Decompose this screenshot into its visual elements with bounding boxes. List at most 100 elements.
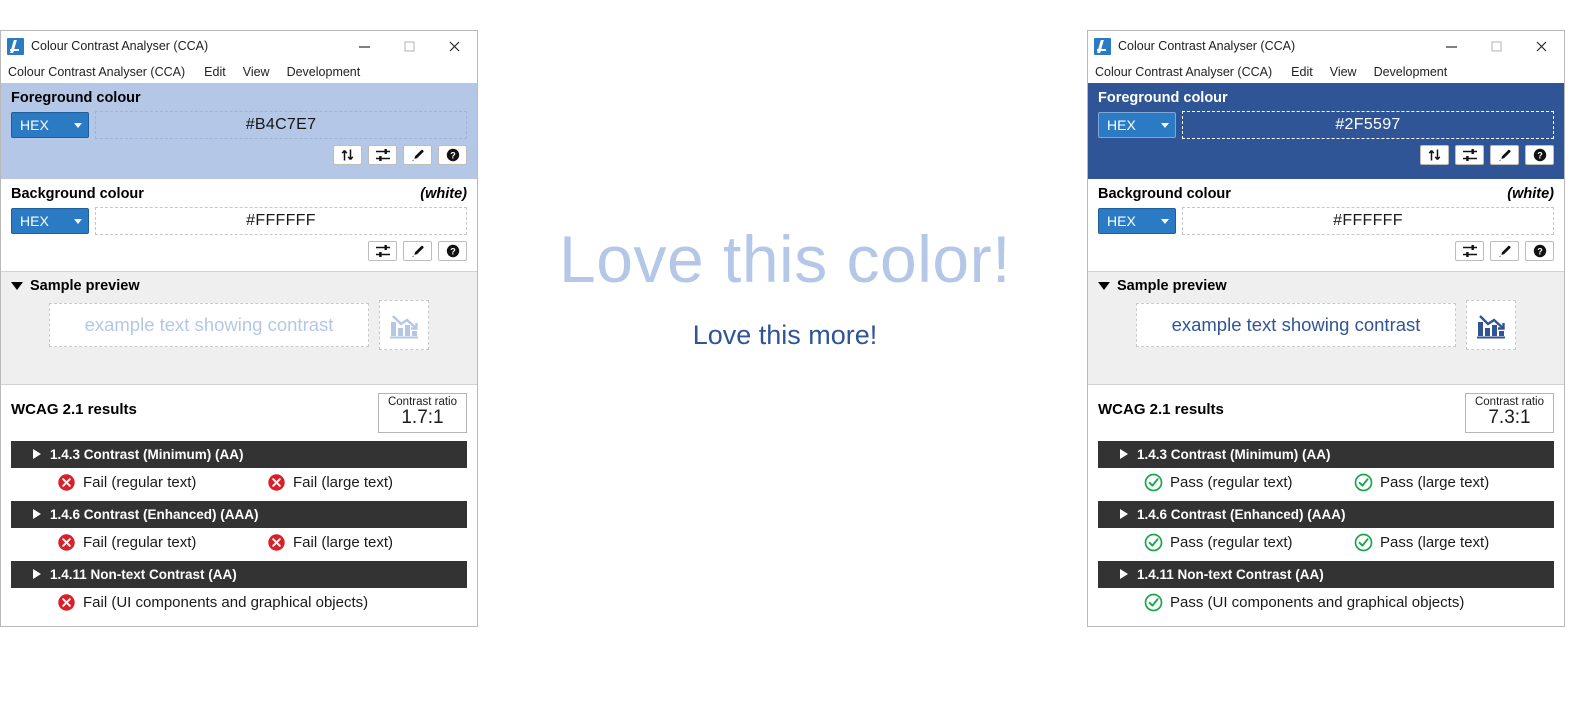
result-regular-text: Fail (regular text) bbox=[11, 473, 221, 492]
swap-colours-icon[interactable] bbox=[333, 145, 362, 165]
close-icon[interactable] bbox=[432, 31, 477, 61]
menu-item-development[interactable]: Development bbox=[1374, 65, 1457, 79]
foreground-label: Foreground colour bbox=[11, 90, 141, 106]
background-input-row: HEX #FFFFFF bbox=[11, 207, 467, 235]
sample-preview-row: example text showing contrast bbox=[1098, 300, 1554, 350]
help-icon[interactable]: ? bbox=[1525, 241, 1554, 261]
minimize-icon[interactable] bbox=[1429, 31, 1474, 61]
wcag-title: WCAG 2.1 results bbox=[11, 401, 137, 418]
cca-logo-icon bbox=[7, 37, 24, 55]
background-format-select[interactable]: HEX bbox=[11, 208, 89, 234]
background-hex-input[interactable]: #FFFFFF bbox=[1182, 207, 1554, 235]
triangle-down-icon bbox=[1098, 282, 1110, 290]
result-row: Fail (regular text) Fail (large text) bbox=[11, 528, 467, 556]
help-icon[interactable]: ? bbox=[438, 241, 467, 261]
result-label: Fail (large text) bbox=[293, 473, 394, 491]
window-title: Colour Contrast Analyser (CCA) bbox=[1118, 39, 1296, 53]
result-row: Pass (regular text) Pass (large text) bbox=[1098, 468, 1554, 496]
criterion-label: 1.4.3 Contrast (Minimum) (AA) bbox=[50, 446, 244, 462]
result-row: Pass (regular text) Pass (large text) bbox=[1098, 528, 1554, 556]
sample-text: example text showing contrast bbox=[1136, 303, 1456, 347]
foreground-hex-input[interactable]: #B4C7E7 bbox=[95, 111, 467, 139]
menu-item-edit[interactable]: Edit bbox=[204, 65, 235, 79]
menubar: Colour Contrast Analyser (CCA) Edit View… bbox=[1088, 61, 1564, 83]
sample-preview-toggle[interactable]: Sample preview bbox=[1098, 278, 1554, 294]
bar-chart-down-trend-icon bbox=[1466, 300, 1516, 350]
pass-icon bbox=[1144, 473, 1163, 492]
background-format-select[interactable]: HEX bbox=[1098, 208, 1176, 234]
svg-text:?: ? bbox=[1537, 246, 1543, 256]
maximize-icon[interactable] bbox=[387, 31, 432, 61]
sample-preview-section: Sample preview example text showing cont… bbox=[1, 271, 477, 385]
sample-preview-toggle[interactable]: Sample preview bbox=[11, 278, 467, 294]
cca-window-left: Colour Contrast Analyser (CCA) Colour Co… bbox=[0, 30, 478, 627]
eyedropper-icon[interactable] bbox=[1490, 241, 1519, 261]
triangle-right-icon bbox=[1120, 509, 1128, 520]
foreground-header: Foreground colour bbox=[11, 90, 467, 106]
criterion-146[interactable]: 1.4.6 Contrast (Enhanced) (AAA) bbox=[1098, 500, 1554, 528]
result-row: Fail (regular text) Fail (large text) bbox=[11, 468, 467, 496]
foreground-format-label: HEX bbox=[20, 117, 49, 133]
eyedropper-icon[interactable] bbox=[1490, 145, 1519, 165]
window-title: Colour Contrast Analyser (CCA) bbox=[31, 39, 209, 53]
chevron-down-icon bbox=[1161, 218, 1169, 224]
chevron-down-icon bbox=[74, 122, 82, 128]
foreground-colour-panel: Foreground colour HEX #B4C7E7 ? bbox=[1, 83, 477, 179]
sliders-icon[interactable] bbox=[1455, 145, 1484, 165]
sample-preview-row: example text showing contrast bbox=[11, 300, 467, 350]
result-regular-text: Pass (regular text) bbox=[1098, 473, 1308, 492]
sample-preview-section: Sample preview example text showing cont… bbox=[1088, 271, 1564, 385]
fail-icon bbox=[57, 473, 76, 492]
foreground-label: Foreground colour bbox=[1098, 90, 1228, 106]
menu-item-edit[interactable]: Edit bbox=[1291, 65, 1322, 79]
result-non-text: Pass (UI components and graphical object… bbox=[1098, 593, 1464, 612]
menu-item-view[interactable]: View bbox=[1330, 65, 1366, 79]
minimize-icon[interactable] bbox=[342, 31, 387, 61]
cca-logo-icon bbox=[1094, 37, 1111, 55]
help-icon[interactable]: ? bbox=[1525, 145, 1554, 165]
background-header: Background colour (white) bbox=[11, 186, 467, 202]
menu-item-development[interactable]: Development bbox=[287, 65, 370, 79]
eyedropper-icon[interactable] bbox=[403, 241, 432, 261]
menu-item-app[interactable]: Colour Contrast Analyser (CCA) bbox=[8, 65, 194, 79]
menu-item-app[interactable]: Colour Contrast Analyser (CCA) bbox=[1095, 65, 1281, 79]
pass-icon bbox=[1144, 593, 1163, 612]
foreground-tools: ? bbox=[11, 145, 467, 165]
result-large-text: Pass (large text) bbox=[1308, 533, 1518, 552]
sliders-icon[interactable] bbox=[1455, 241, 1484, 261]
result-label: Fail (regular text) bbox=[83, 533, 197, 551]
criterion-143[interactable]: 1.4.3 Contrast (Minimum) (AA) bbox=[1098, 440, 1554, 468]
criterion-146[interactable]: 1.4.6 Contrast (Enhanced) (AAA) bbox=[11, 500, 467, 528]
background-tools: ? bbox=[11, 241, 467, 261]
wcag-results-section: WCAG 2.1 results Contrast ratio 1.7:1 1.… bbox=[1, 385, 477, 626]
help-icon[interactable]: ? bbox=[438, 145, 467, 165]
foreground-hex-input[interactable]: #2F5597 bbox=[1182, 111, 1554, 139]
contrast-ratio-box: Contrast ratio 7.3:1 bbox=[1464, 393, 1554, 433]
criterion-143[interactable]: 1.4.3 Contrast (Minimum) (AA) bbox=[11, 440, 467, 468]
sliders-icon[interactable] bbox=[368, 145, 397, 165]
contrast-ratio-value: 1.7:1 bbox=[401, 407, 444, 429]
foreground-format-label: HEX bbox=[1107, 117, 1136, 133]
background-tools: ? bbox=[1098, 241, 1554, 261]
foreground-format-select[interactable]: HEX bbox=[1098, 112, 1176, 138]
background-format-label: HEX bbox=[20, 213, 49, 229]
criterion-1411[interactable]: 1.4.11 Non-text Contrast (AA) bbox=[1098, 560, 1554, 588]
fail-icon bbox=[267, 533, 286, 552]
fail-icon bbox=[57, 533, 76, 552]
maximize-icon[interactable] bbox=[1474, 31, 1519, 61]
swap-colours-icon[interactable] bbox=[1420, 145, 1449, 165]
sliders-icon[interactable] bbox=[368, 241, 397, 261]
fail-icon bbox=[267, 473, 286, 492]
foreground-format-select[interactable]: HEX bbox=[11, 112, 89, 138]
criterion-1411[interactable]: 1.4.11 Non-text Contrast (AA) bbox=[11, 560, 467, 588]
centre-sample-text: Love this color! Love this more! bbox=[490, 224, 1080, 351]
result-large-text: Pass (large text) bbox=[1308, 473, 1518, 492]
svg-text:?: ? bbox=[450, 150, 456, 160]
close-icon[interactable] bbox=[1519, 31, 1564, 61]
pass-icon bbox=[1354, 533, 1373, 552]
menu-item-view[interactable]: View bbox=[243, 65, 279, 79]
contrast-ratio-value: 7.3:1 bbox=[1488, 407, 1531, 429]
eyedropper-icon[interactable] bbox=[403, 145, 432, 165]
result-label: Pass (large text) bbox=[1380, 473, 1490, 491]
background-hex-input[interactable]: #FFFFFF bbox=[95, 207, 467, 235]
